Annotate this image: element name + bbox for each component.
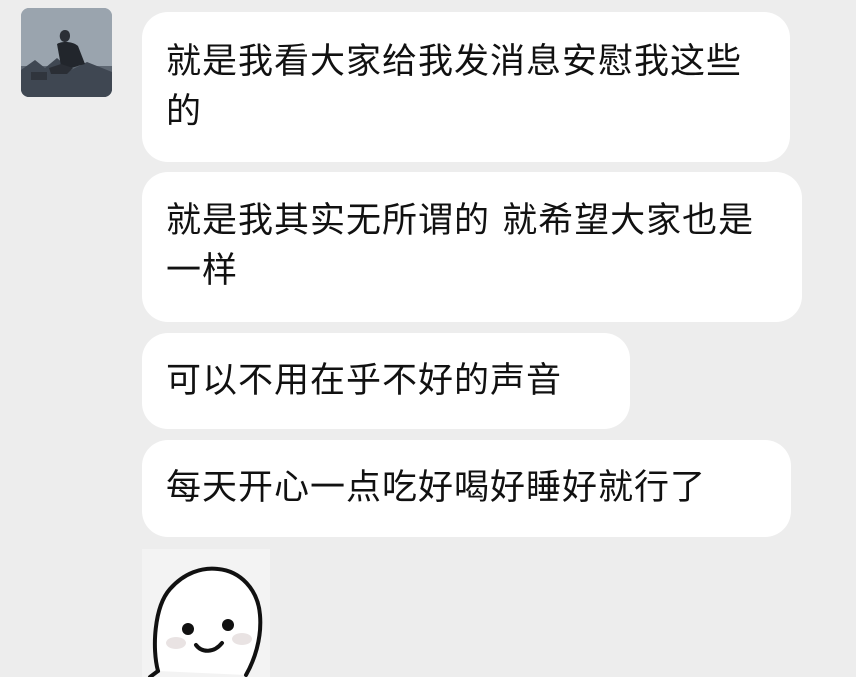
chat-window: 就是我看大家给我发消息安慰我这些的 就是我其实无所谓的 就希望大家也是一样 可以…: [0, 0, 856, 677]
message-bubble[interactable]: 可以不用在乎不好的声音: [142, 333, 630, 429]
sticker-drawing: [142, 549, 270, 677]
message-text: 每天开心一点吃好喝好睡好就行了: [166, 468, 707, 508]
avatar-image: [21, 8, 112, 97]
message-bubble[interactable]: 就是我看大家给我发消息安慰我这些的: [142, 12, 790, 162]
message-bubble[interactable]: 每天开心一点吃好喝好睡好就行了: [142, 440, 791, 537]
smiling-face-sticker-icon[interactable]: [142, 549, 270, 677]
message-text: 可以不用在乎不好的声音: [166, 361, 563, 401]
message-bubble[interactable]: 就是我其实无所谓的 就希望大家也是一样: [142, 172, 802, 322]
message-text: 就是我看大家给我发消息安慰我这些的: [166, 42, 743, 132]
user-avatar-icon[interactable]: [21, 8, 112, 97]
message-text: 就是我其实无所谓的 就希望大家也是一样: [166, 201, 755, 291]
